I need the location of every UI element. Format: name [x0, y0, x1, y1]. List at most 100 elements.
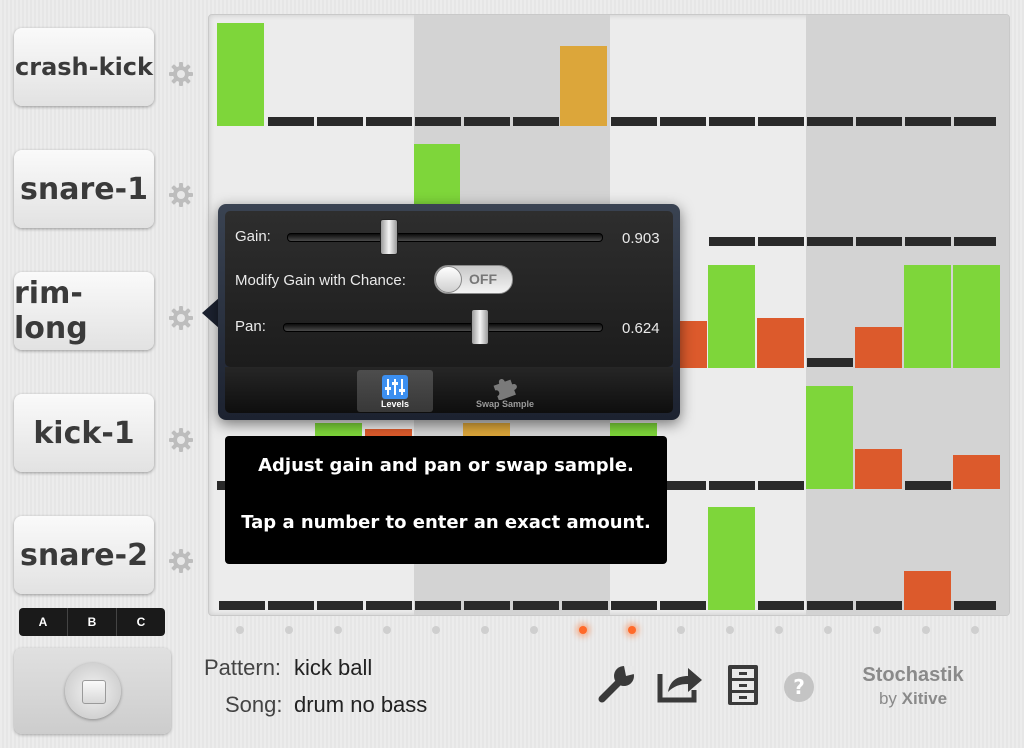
step-cell[interactable]	[611, 117, 657, 126]
bank-c-button[interactable]: C	[117, 608, 165, 636]
gear-icon[interactable]	[167, 181, 195, 209]
gain-value[interactable]: 0.903	[622, 230, 660, 247]
step-cell[interactable]	[905, 117, 951, 126]
step-indicator	[873, 626, 881, 634]
bank-a-button[interactable]: A	[19, 608, 68, 636]
step-cell[interactable]	[953, 455, 1000, 489]
step-cell[interactable]	[806, 386, 853, 489]
step-cell[interactable]	[513, 601, 559, 610]
step-cell[interactable]	[317, 117, 363, 126]
track-button-snare-2[interactable]: snare-2	[14, 516, 154, 594]
share-icon[interactable]	[656, 664, 704, 704]
step-cell[interactable]	[954, 117, 996, 126]
gear-icon[interactable]	[167, 426, 195, 454]
step-cell[interactable]	[758, 237, 804, 246]
step-indicator	[922, 626, 930, 634]
stop-icon	[82, 680, 106, 704]
step-cell[interactable]	[708, 265, 755, 368]
step-cell[interactable]	[758, 601, 804, 610]
step-cell[interactable]	[463, 423, 510, 437]
sliders-icon	[382, 375, 408, 399]
step-cell[interactable]	[464, 601, 510, 610]
step-cell[interactable]	[758, 117, 804, 126]
step-cell[interactable]	[954, 237, 996, 246]
step-cell[interactable]	[856, 601, 902, 610]
step-cell[interactable]	[464, 117, 510, 126]
pan-slider-thumb[interactable]	[471, 309, 489, 345]
step-cell[interactable]	[905, 237, 951, 246]
step-cell[interactable]	[856, 117, 902, 126]
step-cell[interactable]	[709, 237, 755, 246]
tab-levels[interactable]: Levels	[357, 370, 433, 412]
track-button-rim-long[interactable]: rim-long	[14, 272, 154, 350]
step-cell[interactable]	[679, 321, 707, 368]
step-cell[interactable]	[268, 117, 314, 126]
track-button-snare-1[interactable]: snare-1	[14, 150, 154, 228]
step-indicator	[677, 626, 685, 634]
file-cabinet-icon[interactable]	[726, 663, 760, 707]
transport-panel	[14, 648, 171, 734]
tab-swap-sample[interactable]: Swap Sample	[467, 370, 543, 412]
step-cell[interactable]	[660, 117, 706, 126]
step-cell[interactable]	[513, 117, 559, 126]
gear-icon[interactable]	[167, 60, 195, 88]
step-cell[interactable]	[905, 481, 951, 490]
step-cell[interactable]	[953, 265, 1000, 368]
step-cell[interactable]	[562, 601, 608, 610]
step-indicator	[971, 626, 979, 634]
step-cell[interactable]	[904, 265, 951, 368]
step-cell[interactable]	[855, 327, 902, 368]
step-cell[interactable]	[611, 601, 657, 610]
song-name[interactable]: drum no bass	[294, 692, 427, 718]
modify-gain-toggle[interactable]: OFF	[434, 265, 513, 294]
track-button-kick-1[interactable]: kick-1	[14, 394, 154, 472]
step-cell[interactable]	[904, 571, 951, 610]
step-cell[interactable]	[610, 423, 657, 437]
step-indicator	[726, 626, 734, 634]
pattern-label: Pattern:	[204, 655, 282, 680]
step-cell[interactable]	[415, 117, 461, 126]
gear-icon[interactable]	[167, 304, 195, 332]
step-cell[interactable]	[366, 601, 412, 610]
step-cell[interactable]	[758, 481, 804, 490]
gain-slider-track[interactable]	[287, 233, 603, 242]
step-indicator	[383, 626, 391, 634]
step-cell[interactable]	[855, 449, 902, 489]
stop-button[interactable]	[65, 663, 121, 719]
step-cell[interactable]	[415, 601, 461, 610]
gain-slider-thumb[interactable]	[380, 219, 398, 255]
pan-value[interactable]: 0.624	[622, 320, 660, 337]
step-cell[interactable]	[856, 237, 902, 246]
step-cell[interactable]	[954, 601, 996, 610]
step-cell[interactable]	[317, 601, 363, 610]
step-cell[interactable]	[217, 23, 264, 126]
step-cell[interactable]	[807, 117, 853, 126]
step-cell[interactable]	[219, 601, 265, 610]
step-cell[interactable]	[757, 318, 804, 368]
brand-company: Xitive	[901, 689, 948, 708]
step-cell[interactable]	[807, 601, 853, 610]
step-cell[interactable]	[708, 507, 755, 610]
pan-slider-track[interactable]	[283, 323, 603, 332]
track-button-crash-kick[interactable]: crash-kick	[14, 28, 154, 106]
track-label: crash-kick	[15, 53, 153, 81]
step-indicator	[285, 626, 293, 634]
puzzle-icon	[493, 379, 517, 400]
step-cell[interactable]	[268, 601, 314, 610]
step-cell[interactable]	[660, 601, 706, 610]
step-indicator	[432, 626, 440, 634]
bank-b-button[interactable]: B	[68, 608, 117, 636]
gear-icon[interactable]	[167, 547, 195, 575]
step-indicator-active	[579, 626, 587, 634]
step-cell[interactable]	[560, 46, 607, 126]
step-cell[interactable]	[807, 237, 853, 246]
hint-tooltip: Adjust gain and pan or swap sample. Tap …	[225, 436, 667, 564]
step-cell[interactable]	[709, 481, 755, 490]
step-cell[interactable]	[366, 117, 412, 126]
step-cell[interactable]	[315, 423, 362, 437]
step-cell[interactable]	[807, 358, 853, 367]
help-icon[interactable]: ?	[783, 671, 815, 703]
step-cell[interactable]	[709, 117, 755, 126]
pattern-name[interactable]: kick ball	[294, 655, 372, 681]
wrench-icon[interactable]	[596, 663, 638, 705]
